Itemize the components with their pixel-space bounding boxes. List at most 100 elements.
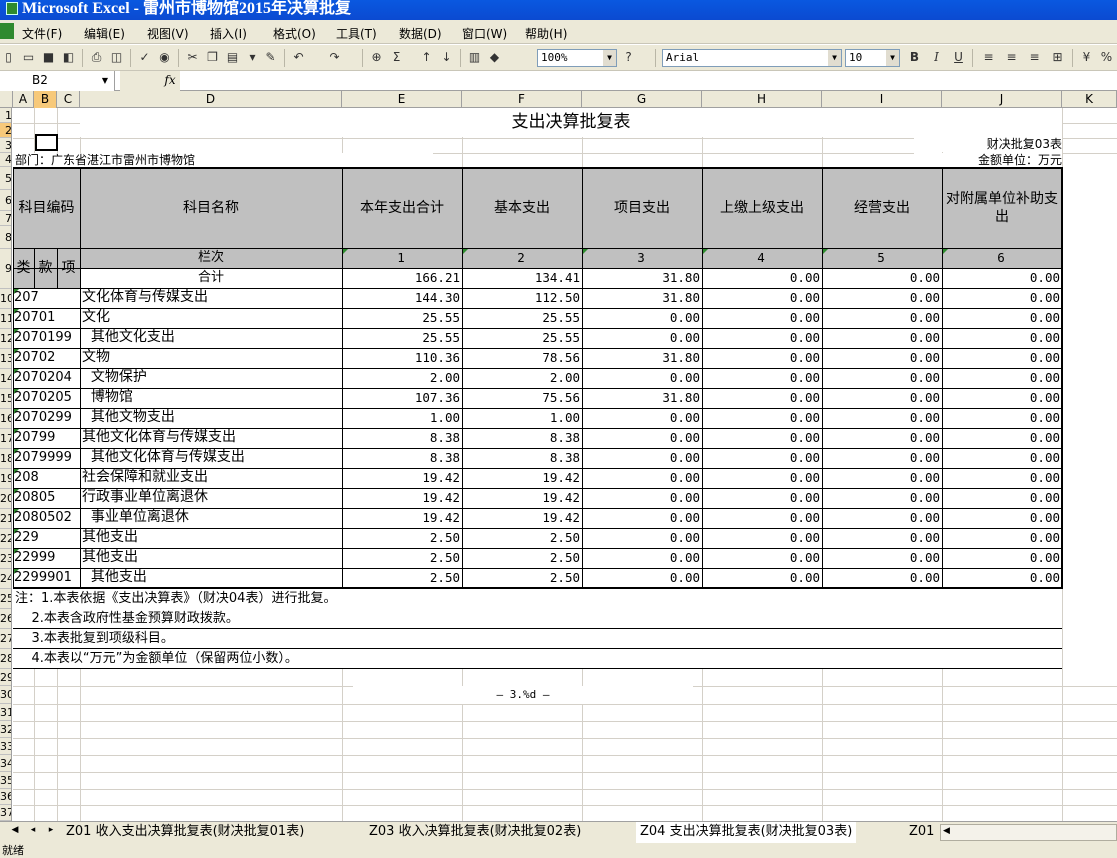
- value-cell[interactable]: 2.50: [342, 568, 462, 588]
- row-code[interactable]: 2299901: [14, 568, 80, 588]
- value-cell[interactable]: 0.00: [822, 548, 942, 568]
- row-header[interactable]: 24: [0, 569, 11, 589]
- value-cell[interactable]: 0.00: [582, 448, 702, 468]
- menu-edit[interactable]: 编辑(E): [84, 25, 125, 42]
- menu-view[interactable]: 视图(V): [147, 25, 189, 42]
- hyperlink-icon[interactable]: ⊕: [368, 49, 385, 66]
- column-header-j[interactable]: J: [942, 91, 1062, 108]
- value-cell[interactable]: 0.00: [582, 508, 702, 528]
- value-cell[interactable]: 0.00: [702, 528, 822, 548]
- row-header[interactable]: 12: [0, 329, 11, 349]
- row-header[interactable]: 4: [0, 153, 11, 167]
- value-cell[interactable]: 0.00: [942, 468, 1062, 488]
- row-header[interactable]: 14: [0, 369, 11, 389]
- value-cell[interactable]: 19.42: [462, 488, 582, 508]
- insert-function-icon[interactable]: fx: [120, 71, 180, 91]
- value-cell[interactable]: 0.00: [582, 328, 702, 348]
- row-header[interactable]: 36: [0, 789, 11, 805]
- value-cell[interactable]: 0.00: [822, 308, 942, 328]
- total-cell[interactable]: 134.41: [462, 268, 582, 288]
- value-cell[interactable]: 19.42: [342, 468, 462, 488]
- row-header[interactable]: 2: [0, 123, 11, 138]
- row-header[interactable]: 22: [0, 529, 11, 549]
- worksheet-grid[interactable]: 支出决算批复表 财决批复03表 部门：广东省湛江市雷州市博物馆 金额单位：万元 …: [13, 108, 1117, 821]
- value-cell[interactable]: 1.00: [342, 408, 462, 428]
- value-cell[interactable]: 0.00: [822, 328, 942, 348]
- bold-button[interactable]: B: [906, 49, 923, 66]
- value-cell[interactable]: 0.00: [702, 448, 822, 468]
- value-cell[interactable]: 0.00: [822, 388, 942, 408]
- next-sheet-icon[interactable]: ▸: [44, 825, 58, 835]
- value-cell[interactable]: 0.00: [942, 568, 1062, 588]
- row-code[interactable]: 2079999: [14, 448, 80, 468]
- undo-icon[interactable]: ↶: [290, 49, 307, 66]
- row-name[interactable]: 其他文物支出: [82, 408, 340, 428]
- value-cell[interactable]: 0.00: [942, 408, 1062, 428]
- row-header[interactable]: 18: [0, 449, 11, 469]
- row-header[interactable]: 1: [0, 108, 11, 123]
- zoom-dropdown-icon[interactable]: ▼: [603, 50, 616, 66]
- value-cell[interactable]: 0.00: [942, 528, 1062, 548]
- menu-tools[interactable]: 工具(T): [336, 25, 377, 42]
- help-icon[interactable]: ?: [620, 49, 637, 66]
- value-cell[interactable]: 25.55: [462, 308, 582, 328]
- value-cell[interactable]: 0.00: [582, 548, 702, 568]
- value-cell[interactable]: 0.00: [942, 428, 1062, 448]
- value-cell[interactable]: 0.00: [582, 568, 702, 588]
- currency-icon[interactable]: ¥: [1078, 49, 1095, 66]
- value-cell[interactable]: 0.00: [702, 508, 822, 528]
- column-header-a[interactable]: A: [13, 91, 34, 108]
- column-header-k[interactable]: K: [1062, 91, 1117, 108]
- row-header[interactable]: 32: [0, 721, 11, 738]
- menu-format[interactable]: 格式(O): [273, 25, 316, 42]
- open-icon[interactable]: ▭: [20, 49, 37, 66]
- select-all-corner[interactable]: [0, 91, 13, 108]
- spelling-icon[interactable]: ✓: [136, 49, 153, 66]
- row-header[interactable]: 23: [0, 549, 11, 569]
- value-cell[interactable]: 112.50: [462, 288, 582, 308]
- column-header-d[interactable]: D: [80, 91, 342, 108]
- row-code[interactable]: 20799: [14, 428, 80, 448]
- row-header[interactable]: 7: [0, 211, 11, 226]
- menu-insert[interactable]: 插入(I): [210, 25, 247, 42]
- row-header[interactable]: 30: [0, 686, 11, 704]
- row-code[interactable]: 22999: [14, 548, 80, 568]
- value-cell[interactable]: 144.30: [342, 288, 462, 308]
- column-header-b[interactable]: B: [34, 91, 57, 108]
- total-cell[interactable]: 166.21: [342, 268, 462, 288]
- value-cell[interactable]: 8.38: [342, 448, 462, 468]
- selected-cell-b2[interactable]: [35, 134, 58, 151]
- paste-dropdown-icon[interactable]: ▾: [244, 49, 261, 66]
- column-header-i[interactable]: I: [822, 91, 942, 108]
- name-box[interactable]: B2 ▼: [0, 71, 115, 91]
- value-cell[interactable]: 0.00: [582, 468, 702, 488]
- align-center-icon[interactable]: ≡: [1003, 49, 1020, 66]
- row-code[interactable]: 2070199: [14, 328, 80, 348]
- value-cell[interactable]: 0.00: [702, 408, 822, 428]
- value-cell[interactable]: 0.00: [582, 368, 702, 388]
- row-name[interactable]: 文物保护: [82, 368, 340, 388]
- row-header[interactable]: 17: [0, 429, 11, 449]
- row-code[interactable]: 20701: [14, 308, 80, 328]
- total-cell[interactable]: 0.00: [822, 268, 942, 288]
- document-icon[interactable]: [0, 23, 14, 39]
- total-cell[interactable]: 31.80: [582, 268, 702, 288]
- row-name[interactable]: 其他支出: [82, 548, 340, 568]
- save-icon[interactable]: ■: [40, 49, 57, 66]
- row-header[interactable]: 5: [0, 167, 11, 190]
- row-header[interactable]: 33: [0, 738, 11, 755]
- row-name[interactable]: 其他文化体育与传媒支出: [82, 448, 340, 468]
- row-code[interactable]: 2070204: [14, 368, 80, 388]
- drawing-icon[interactable]: ◆: [486, 49, 503, 66]
- total-cell[interactable]: 0.00: [942, 268, 1062, 288]
- value-cell[interactable]: 1.00: [462, 408, 582, 428]
- value-cell[interactable]: 25.55: [462, 328, 582, 348]
- value-cell[interactable]: 0.00: [702, 388, 822, 408]
- value-cell[interactable]: 2.50: [462, 568, 582, 588]
- value-cell[interactable]: 0.00: [942, 488, 1062, 508]
- value-cell[interactable]: 0.00: [822, 348, 942, 368]
- value-cell[interactable]: 25.55: [342, 328, 462, 348]
- value-cell[interactable]: 0.00: [702, 288, 822, 308]
- font-dropdown-icon[interactable]: ▼: [828, 50, 841, 66]
- align-right-icon[interactable]: ≡: [1026, 49, 1043, 66]
